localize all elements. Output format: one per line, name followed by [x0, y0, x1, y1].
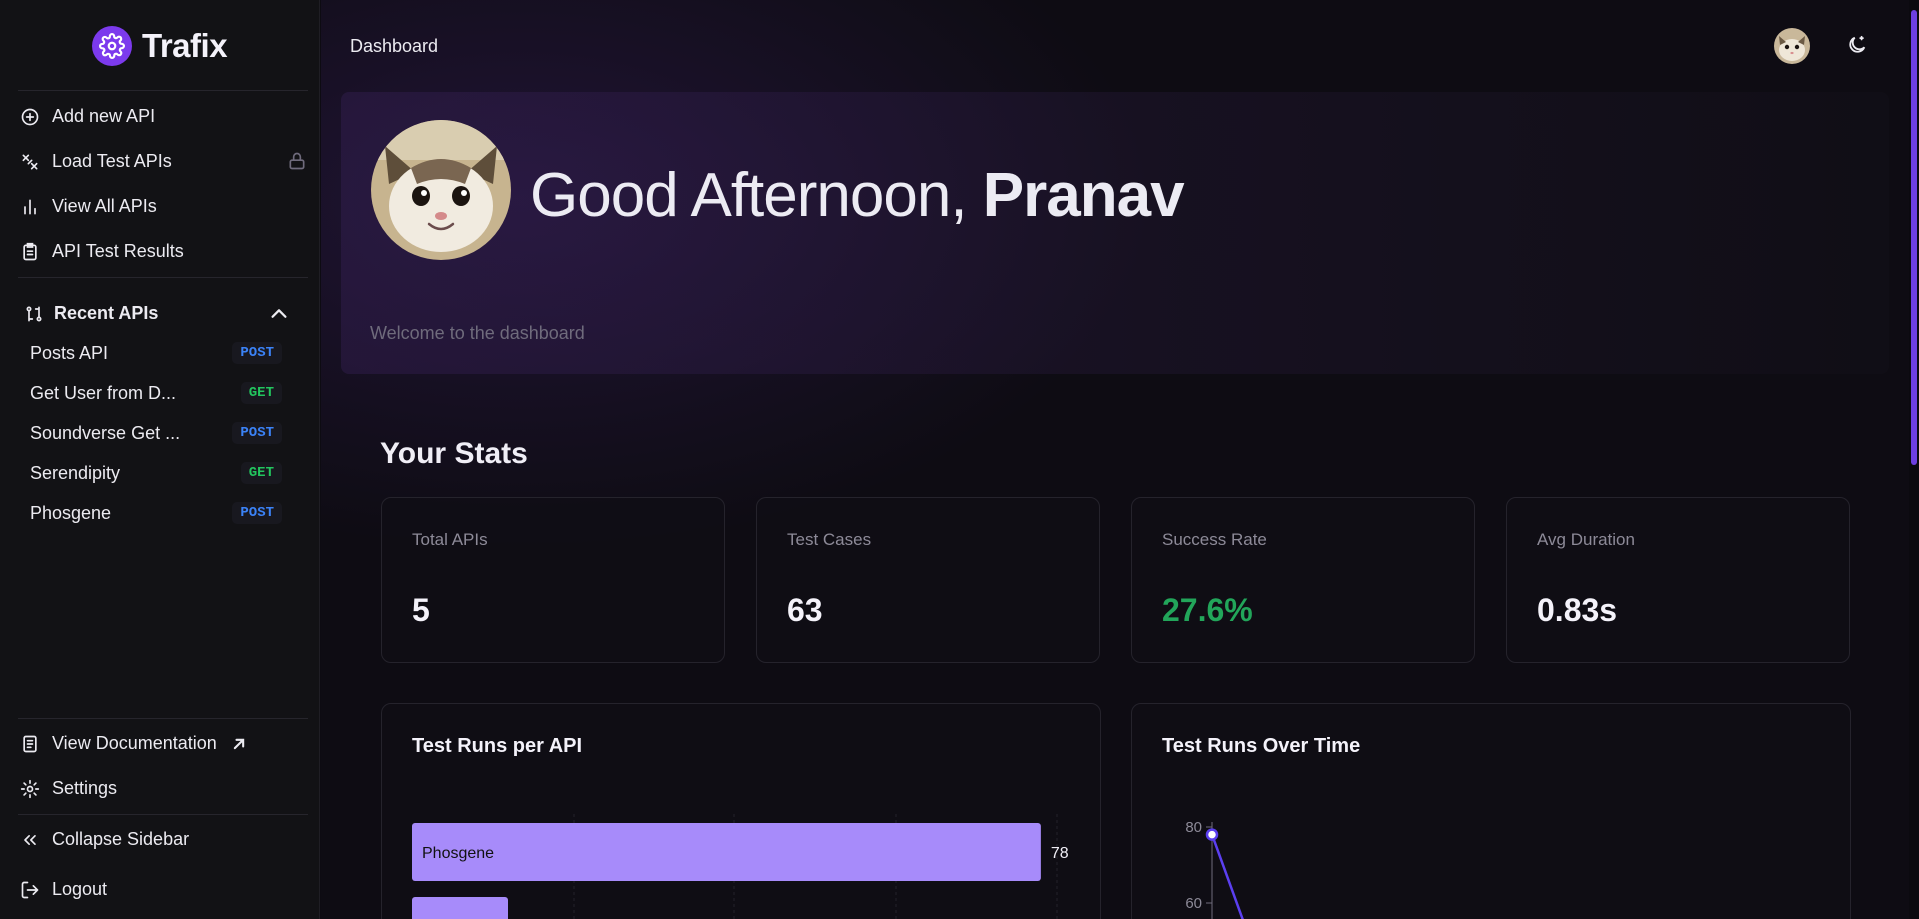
scrollbar-thumb[interactable]: [1911, 10, 1917, 465]
nav-logout-label: Logout: [52, 879, 108, 899]
book-icon: [23, 735, 37, 752]
nav-test-results-label: API Test Results: [52, 241, 184, 261]
user-avatar[interactable]: [1774, 28, 1810, 64]
nav-view-all-apis[interactable]: View All APIs: [20, 196, 157, 217]
nav-view-documentation-label: View Documentation: [52, 733, 217, 753]
stat-label: Success Rate: [1162, 530, 1267, 549]
chevrons-left-icon: [24, 834, 36, 845]
greeting-text: Good Afternoon,: [530, 161, 983, 230]
nav-view-all-apis-label: View All APIs: [52, 196, 157, 216]
stat-card-total-apis: Total APIs 5: [381, 497, 725, 663]
nav-settings[interactable]: Settings: [20, 778, 117, 799]
brand-name: Trafix: [142, 27, 228, 64]
y-tick-label: 80: [1185, 819, 1202, 836]
method-badge: POST: [232, 422, 282, 444]
bar[interactable]: [412, 823, 1041, 881]
gear-icon: [20, 779, 40, 798]
stat-card-avg-duration: Avg Duration 0.83s: [1506, 497, 1850, 663]
user-name: Pranav: [982, 161, 1185, 230]
stat-label: Test Cases: [787, 530, 872, 549]
bar[interactable]: [412, 897, 508, 919]
stats-heading: Your Stats: [380, 437, 528, 470]
breadcrumb: Dashboard: [350, 36, 439, 56]
nav-collapse-sidebar-label: Collapse Sidebar: [52, 829, 190, 849]
recent-api-item[interactable]: Serendipity GET: [30, 457, 282, 489]
sidebar: Trafix Add new API Load Test APIs View A…: [0, 0, 320, 919]
bar-category-label: Phosgene: [422, 845, 494, 862]
recent-api-label: Serendipity: [30, 462, 121, 483]
method-badge: POST: [232, 502, 282, 524]
bar-value-label: 78: [1051, 845, 1069, 862]
welcome-subtitle: Welcome to the dashboard: [370, 323, 585, 343]
recent-apis-title: Recent APIs: [54, 303, 159, 323]
nav-settings-label: Settings: [52, 778, 118, 798]
chart-panel-runs-over-time: Test Runs Over Time 80 60: [1131, 703, 1851, 919]
nav-add-api-label: Add new API: [52, 106, 156, 126]
chart-panel-runs-per-api: Test Runs per API Phosgene 78: [381, 703, 1101, 919]
recent-api-item[interactable]: Soundverse Get ... POST: [30, 417, 282, 449]
recent-api-label: Posts API: [30, 342, 109, 363]
stat-label: Avg Duration: [1537, 530, 1635, 549]
plus-circle-icon: [21, 108, 39, 125]
moon-theme-icon[interactable]: [1846, 34, 1868, 61]
lock-icon: [287, 151, 307, 176]
nav-add-api[interactable]: Add new API: [20, 106, 155, 127]
nav-load-test-label: Load Test APIs: [52, 151, 172, 171]
method-badge: GET: [240, 382, 282, 404]
line-chart: 80 60: [1185, 819, 1244, 919]
recent-apis-icon: [26, 306, 42, 321]
top-bar: Dashboard: [321, 0, 1919, 90]
y-tick-label: 60: [1185, 895, 1202, 912]
bar-chart-icon: [24, 199, 36, 214]
method-badge: POST: [232, 342, 282, 364]
recent-api-item[interactable]: Get User from D... GET: [30, 377, 282, 409]
stat-card-test-cases: Test Cases 63: [756, 497, 1100, 663]
external-link-icon: [233, 738, 244, 749]
chevron-up-icon[interactable]: [268, 303, 290, 330]
load-test-icon: [22, 154, 38, 169]
stat-value: 0.83s: [1537, 592, 1618, 628]
main-content: Dashboard Good Afternoon, Pranav Welcome…: [321, 0, 1919, 919]
divider: [18, 277, 308, 278]
divider: [18, 814, 308, 815]
stat-label: Total APIs: [412, 530, 488, 549]
divider: [18, 718, 308, 719]
stat-value: 5: [412, 592, 430, 628]
nav-test-results[interactable]: API Test Results: [20, 241, 184, 262]
nav-load-test[interactable]: Load Test APIs: [20, 151, 172, 172]
data-point[interactable]: [1205, 828, 1219, 841]
recent-api-item[interactable]: Phosgene POST: [30, 497, 282, 529]
bar-chart: Phosgene 78: [412, 814, 1069, 919]
stat-card-success-rate: Success Rate 27.6%: [1131, 497, 1475, 663]
recent-api-label: Soundverse Get ...: [30, 422, 181, 443]
nav-logout[interactable]: Logout: [20, 879, 107, 900]
recent-apis-header[interactable]: Recent APIs: [24, 303, 158, 324]
divider: [18, 90, 308, 91]
logout-icon: [21, 881, 39, 898]
nav-collapse-sidebar[interactable]: Collapse Sidebar: [20, 829, 189, 850]
series-line: [1210, 834, 1244, 919]
stat-value: 63: [787, 592, 823, 628]
greeting-heading: Good Afternoon, Pranav: [530, 160, 1185, 231]
scrollbar[interactable]: [1909, 0, 1919, 919]
stat-value: 27.6%: [1162, 592, 1253, 628]
brand[interactable]: Trafix: [92, 26, 228, 66]
method-badge: GET: [240, 462, 282, 484]
profile-avatar: [371, 120, 511, 260]
recent-api-label: Get User from D...: [30, 382, 177, 403]
clipboard-icon: [23, 242, 37, 260]
nav-view-documentation[interactable]: View Documentation: [20, 733, 249, 754]
recent-api-label: Phosgene: [30, 502, 112, 523]
gear-logo-icon: [92, 26, 132, 66]
recent-api-item[interactable]: Posts API POST: [30, 337, 282, 369]
